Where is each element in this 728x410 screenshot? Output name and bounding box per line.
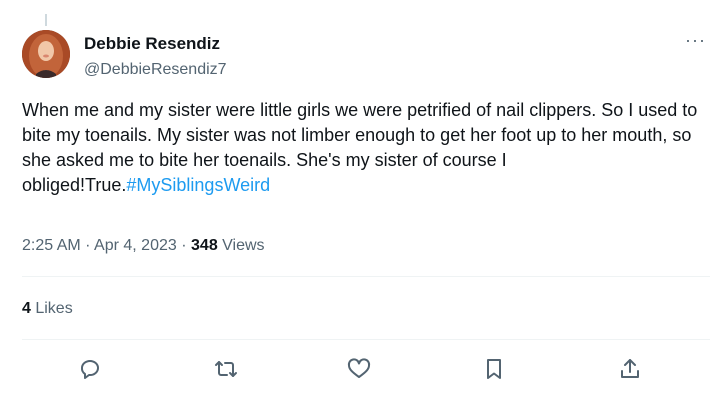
divider xyxy=(22,339,710,340)
share-icon xyxy=(621,359,639,378)
likes-label: Likes xyxy=(30,300,73,317)
views-count: 348 xyxy=(191,237,218,254)
share-button[interactable] xyxy=(613,352,647,386)
retweet-button[interactable] xyxy=(209,352,243,386)
hashtag-link[interactable]: #MySiblingsWeird xyxy=(126,175,270,195)
retweet-icon xyxy=(215,361,237,377)
tweet-date[interactable]: Apr 4, 2023 xyxy=(94,237,177,254)
more-horizontal-icon[interactable]: ··· xyxy=(685,30,706,50)
like-button[interactable] xyxy=(342,352,376,386)
like-icon xyxy=(347,358,371,378)
tweet-header: Debbie Resendiz @DebbieResendiz7 ··· xyxy=(22,30,710,82)
reply-button[interactable] xyxy=(73,352,107,386)
likes-link[interactable]: 4 Likes xyxy=(22,299,73,319)
tweet-body-text: When me and my sister were little girls … xyxy=(22,100,698,195)
action-bar xyxy=(22,352,710,386)
thread-connector-line xyxy=(45,14,47,26)
bookmark-icon xyxy=(487,359,501,379)
likes-count: 4 xyxy=(22,300,31,317)
author-display-name[interactable]: Debbie Resendiz xyxy=(84,34,227,54)
avatar[interactable] xyxy=(22,30,70,78)
views-label: Views xyxy=(217,237,265,254)
profile-photo-icon xyxy=(22,30,70,78)
meta-separator: · xyxy=(85,237,91,254)
tweet-detail: Debbie Resendiz @DebbieResendiz7 ··· Whe… xyxy=(0,0,728,410)
bookmark-button[interactable] xyxy=(477,352,511,386)
reply-icon xyxy=(81,360,99,379)
author-handle[interactable]: @DebbieResendiz7 xyxy=(84,60,227,80)
divider xyxy=(22,276,710,277)
tweet-text: When me and my sister were little girls … xyxy=(22,98,702,198)
tweet-time[interactable]: 2:25 AM xyxy=(22,237,81,254)
tweet-meta: 2:25 AM · Apr 4, 2023 · 348 Views xyxy=(22,236,265,256)
author-names: Debbie Resendiz @DebbieResendiz7 xyxy=(84,34,227,80)
meta-separator: · xyxy=(181,237,187,254)
